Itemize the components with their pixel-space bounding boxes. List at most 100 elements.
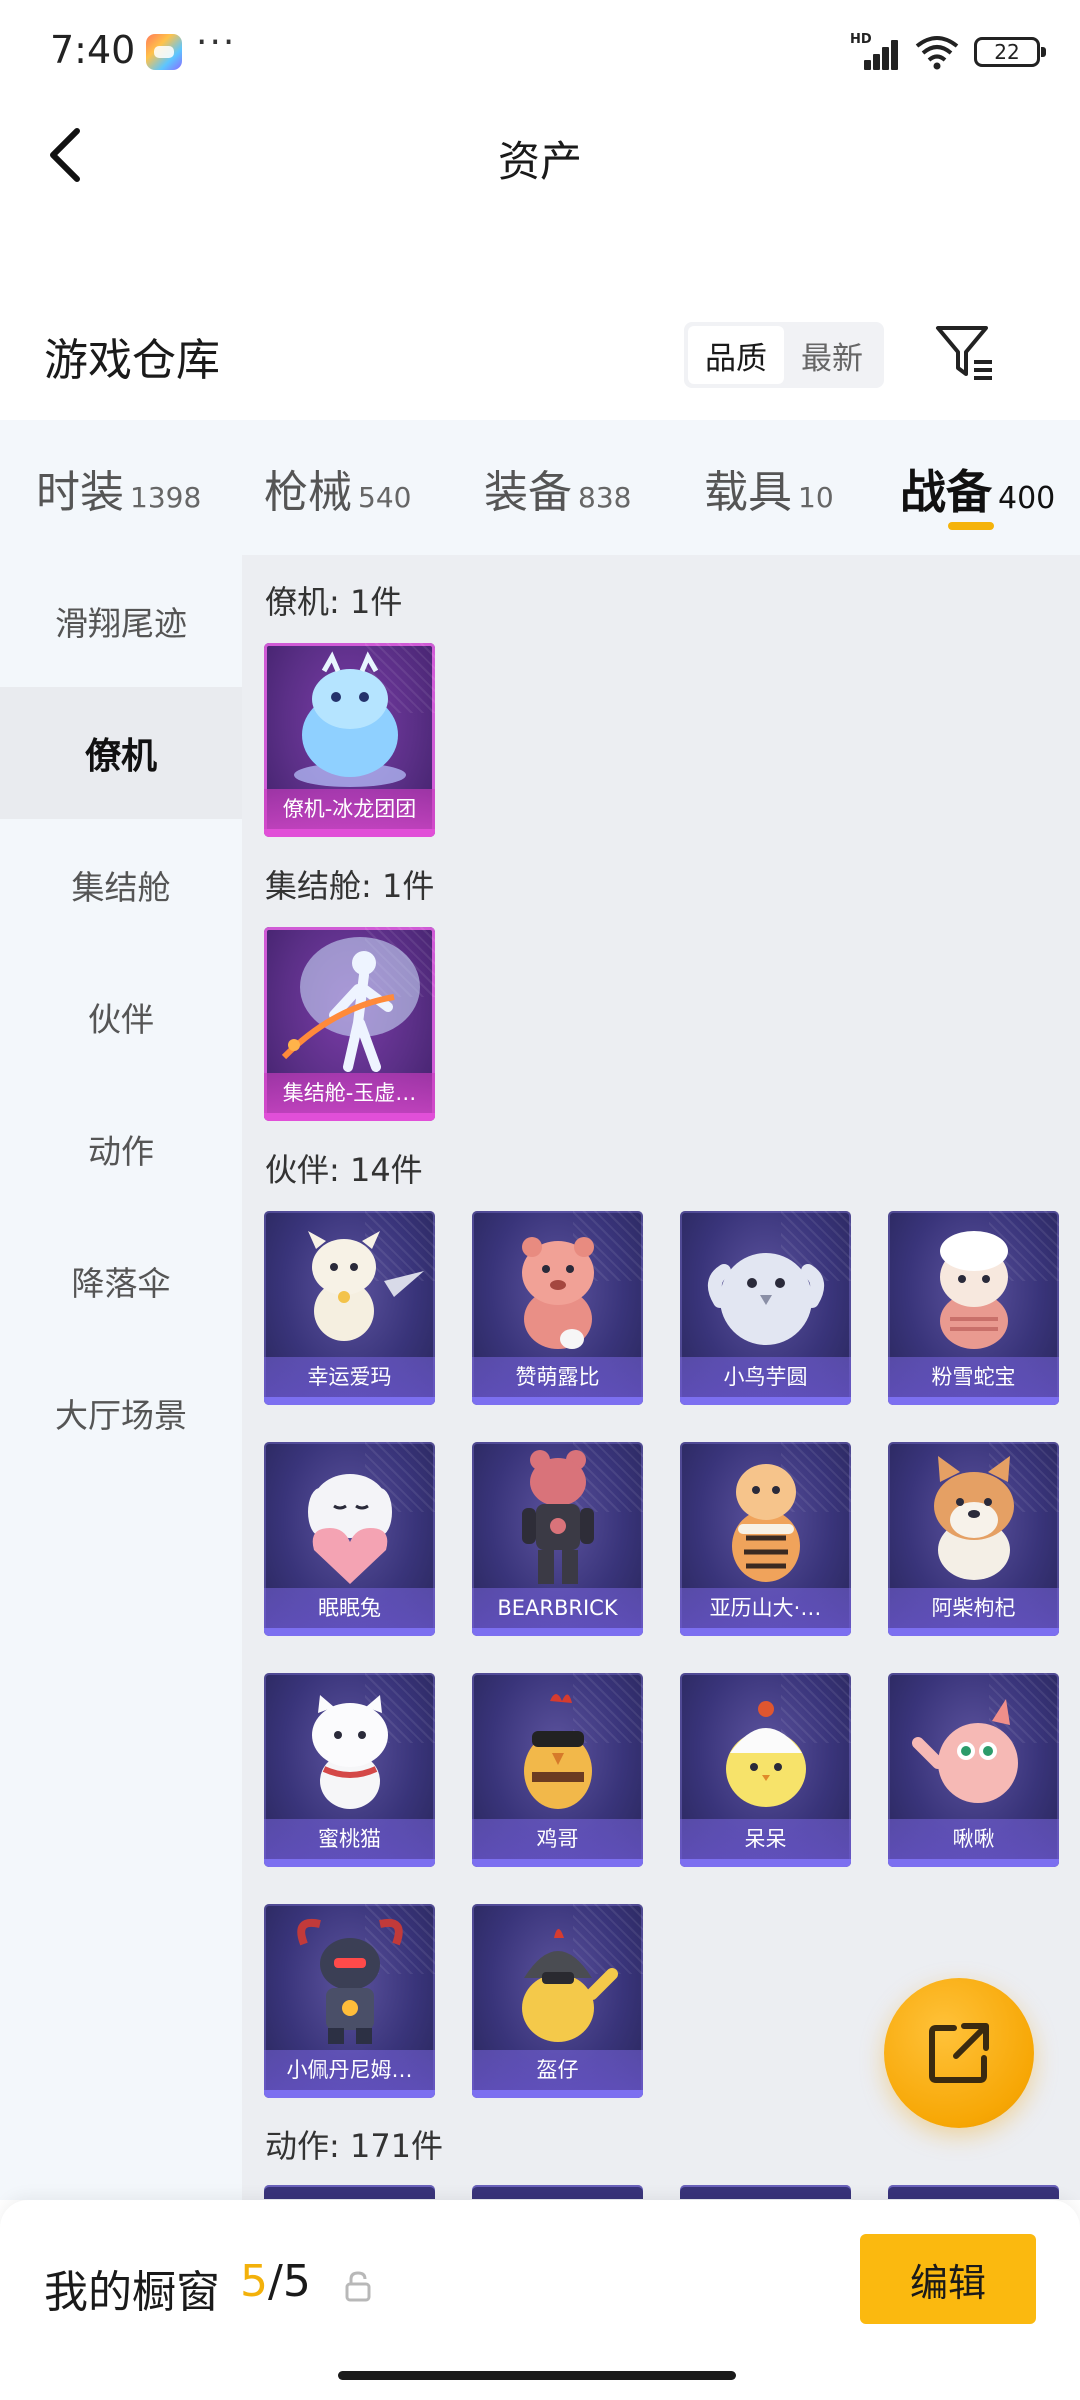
ruby-beaver-image — [522, 1237, 594, 1349]
item-card[interactable]: BEARBRICK — [472, 1442, 643, 1636]
hd-badge: HD — [850, 32, 872, 47]
sidebar-item-assembly-pod[interactable]: 集结舱 — [0, 819, 242, 951]
sort-by-quality-button[interactable]: 品质 — [688, 326, 784, 384]
item-card[interactable]: 蜜桃猫 — [264, 1673, 435, 1867]
item-name: 阿柴枸杞 — [888, 1588, 1059, 1628]
item-name: 蜜桃猫 — [264, 1819, 435, 1859]
bird-taro-image — [707, 1253, 825, 1345]
battery-icon: 22 — [974, 37, 1046, 67]
sort-by-newest-button[interactable]: 最新 — [784, 326, 880, 384]
item-card[interactable]: 僚机-冰龙团团 — [264, 643, 435, 837]
filter-button[interactable] — [930, 318, 1000, 388]
tab-guns[interactable]: 枪械 540 — [264, 456, 411, 520]
showcase-current: 5 — [240, 2256, 268, 2307]
status-bar: 7:40 ··· HD 22 — [0, 0, 1080, 105]
item-card[interactable]: 眠眠兔 — [264, 1442, 435, 1636]
helmet-chick-image — [522, 1929, 618, 2042]
tab-vehicles[interactable]: 载具 10 — [704, 456, 834, 520]
sidebar-item-companion[interactable]: 伙伴 — [0, 951, 242, 1083]
item-name: 幸运爱玛 — [264, 1357, 435, 1397]
chicken-bro-image — [524, 1694, 592, 1809]
item-name: 盔仔 — [472, 2050, 643, 2090]
item-card[interactable]: 集结舱-玉虚… — [264, 927, 435, 1121]
tab-equipment[interactable]: 装备 838 — [484, 456, 631, 520]
item-name: 呆呆 — [680, 1819, 851, 1859]
jiujiu-bird-image — [912, 1699, 1018, 1803]
tab-label: 时装 — [36, 467, 124, 518]
item-name: BEARBRICK — [472, 1588, 643, 1628]
item-name: 眠眠兔 — [264, 1588, 435, 1628]
item-card[interactable]: 幸运爱玛 — [264, 1211, 435, 1405]
item-name: 集结舱-玉虚… — [264, 1073, 435, 1113]
bearbrick-image — [522, 1450, 594, 1584]
lock-icon — [345, 2271, 371, 2302]
tab-label: 载具 — [704, 467, 792, 518]
edit-button[interactable]: 编辑 — [860, 2234, 1036, 2324]
daidai-chick-image — [726, 1701, 806, 1807]
item-name: 赞萌露比 — [472, 1357, 643, 1397]
more-notifications-icon: ··· — [196, 22, 237, 63]
tab-count: 400 — [998, 481, 1056, 516]
subcategory-sidebar: 滑翔尾迹 僚机 集结舱 伙伴 动作 降落伞 大厅场景 — [0, 555, 242, 2200]
pink-snow-snake-image — [940, 1231, 1008, 1349]
item-card[interactable]: 小鸟芋圆 — [680, 1211, 851, 1405]
active-tab-indicator — [948, 522, 994, 530]
showcase-bar: 我的橱窗 5/5 编辑 — [0, 2200, 1080, 2400]
little-pedanim-image — [297, 1919, 403, 2044]
external-link-icon — [929, 2023, 989, 2083]
tab-battle-gear[interactable]: 战备 400 — [900, 456, 1055, 522]
sidebar-item-emote[interactable]: 动作 — [0, 1083, 242, 1215]
tab-label: 战备 — [900, 465, 992, 519]
item-name: 小鸟芋圆 — [680, 1357, 851, 1397]
wifi-icon — [915, 36, 959, 70]
sidebar-item-lobby-scene[interactable]: 大厅场景 — [0, 1347, 242, 1479]
item-card[interactable]: 啾啾 — [888, 1673, 1059, 1867]
peach-cat-image — [312, 1695, 388, 1809]
tab-fashion[interactable]: 时装 1398 — [36, 456, 201, 520]
companion-grid: 幸运爱玛 赞萌露比 小鸟芋圆 粉雪蛇宝 眠眠兔 BEARBRICK 亚历山大·…… — [264, 1211, 1080, 2098]
showcase-label: 我的橱窗 — [44, 2267, 220, 2318]
lucky-emma-image — [308, 1231, 424, 1341]
item-card[interactable]: 小佩丹尼姆… — [264, 1904, 435, 2098]
item-card[interactable]: 盔仔 — [472, 1904, 643, 2098]
sidebar-item-wingman[interactable]: 僚机 — [0, 687, 242, 819]
item-name: 亚历山大·… — [680, 1588, 851, 1628]
ice-dragon-wingman-image — [294, 651, 406, 787]
item-card[interactable]: 粉雪蛇宝 — [888, 1211, 1059, 1405]
home-indicator — [338, 2371, 736, 2380]
item-card[interactable]: 鸡哥 — [472, 1673, 643, 1867]
sidebar-item-parachute[interactable]: 降落伞 — [0, 1215, 242, 1347]
tab-count: 838 — [578, 481, 632, 514]
sidebar-item-glide-trail[interactable]: 滑翔尾迹 — [0, 555, 242, 687]
item-card[interactable]: 赞萌露比 — [472, 1211, 643, 1405]
assembly-pod-image — [281, 937, 420, 1072]
item-card[interactable]: 呆呆 — [680, 1673, 851, 1867]
status-time: 7:40 — [50, 28, 136, 72]
tab-count: 1398 — [130, 481, 202, 514]
game-app-icon — [146, 34, 182, 70]
category-tabs: 时装 1398 枪械 540 装备 838 载具 10 战备 400 — [0, 420, 1080, 555]
item-list: 僚机: 1件 僚机-冰龙团团 集结舱: 1件 集结舱-玉虚… 伙伴: 14件 幸… — [242, 555, 1080, 2200]
group-title-companion: 伙伴: 14件 — [265, 1151, 423, 1189]
item-card[interactable]: 阿柴枸杞 — [888, 1442, 1059, 1636]
emote-row-peek — [264, 2185, 1080, 2199]
shiba-goji-image — [934, 1456, 1014, 1580]
group-title-emote: 动作: 171件 — [265, 2127, 444, 2165]
item-name: 小佩丹尼姆… — [264, 2050, 435, 2090]
tab-count: 10 — [798, 481, 834, 514]
sort-toggle: 品质 最新 — [684, 322, 884, 388]
page-title: 资产 — [497, 137, 582, 186]
item-name: 鸡哥 — [472, 1819, 643, 1859]
tab-label: 装备 — [484, 467, 572, 518]
tab-count: 540 — [358, 481, 412, 514]
group-title-assembly-pod: 集结舱: 1件 — [265, 867, 435, 905]
item-card[interactable]: 亚历山大·… — [680, 1442, 851, 1636]
item-name: 啾啾 — [888, 1819, 1059, 1859]
assembly-pod-grid: 集结舱-玉虚… — [264, 927, 1080, 1121]
share-button[interactable] — [884, 1978, 1034, 2128]
showcase-total: /5 — [268, 2256, 311, 2307]
alexander-tiger-image — [732, 1464, 800, 1582]
sleepy-rabbit-image — [308, 1474, 392, 1584]
cellular-signal-icon: HD — [850, 32, 900, 70]
filter-icon — [936, 326, 992, 380]
